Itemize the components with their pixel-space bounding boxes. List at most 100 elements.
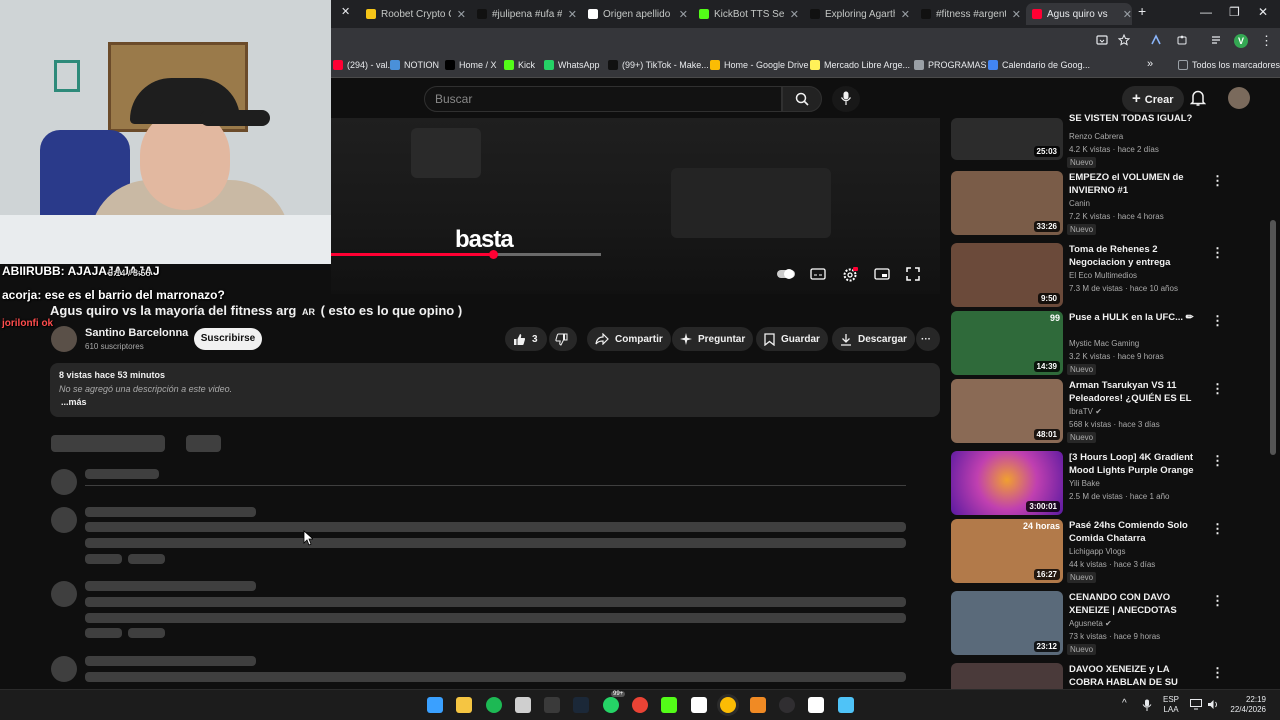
recommended-video[interactable]: 48:01 Arman Tsarukyan VS 11 Peleadores! ¿…: [951, 379, 1224, 443]
search-button[interactable]: [782, 86, 822, 112]
show-more-link[interactable]: ...más: [61, 397, 87, 407]
bookmark-star-icon[interactable]: [1118, 34, 1130, 46]
bookmark-item[interactable]: PROGRAMAS: [914, 60, 987, 70]
video-menu-icon[interactable]: ⋮: [1211, 245, 1224, 261]
browser-tab[interactable]: Agus quiro vs ✕: [1026, 3, 1132, 25]
create-button[interactable]: + Crear: [1122, 86, 1184, 112]
browser-tab[interactable]: #julipena #ufa #v ✕: [471, 3, 577, 25]
channel-name[interactable]: El Eco Multimedios: [1069, 271, 1137, 280]
video-title[interactable]: Toma de Rehenes 2 Negociacion y entrega: [1069, 243, 1199, 269]
notifications-bell-icon[interactable]: [1190, 89, 1206, 107]
taskbar-chrome-icon[interactable]: [632, 697, 648, 713]
volume-icon[interactable]: [1207, 699, 1219, 710]
taskbar-terminal-icon[interactable]: [544, 697, 560, 713]
taskbar-capcut-icon[interactable]: [808, 697, 824, 713]
recommended-video[interactable]: 33:26 EMPEZO el VOLUMEN de INVIERNO #1 Can…: [951, 171, 1224, 235]
share-button[interactable]: Compartir: [587, 327, 671, 351]
subtitles-icon[interactable]: [810, 267, 826, 281]
tab-close-icon[interactable]: ✕: [341, 5, 350, 18]
video-title[interactable]: Puse a HULK en la UFC... ✏: [1069, 311, 1199, 324]
tab-close-icon[interactable]: ✕: [568, 8, 577, 21]
minimize-button[interactable]: —: [1200, 5, 1212, 19]
channel-name[interactable]: Lichigapp Vlogs: [1069, 547, 1125, 556]
taskbar-spotify-icon[interactable]: [486, 697, 502, 713]
more-actions-button[interactable]: ···: [916, 327, 940, 351]
channel-name[interactable]: Yili Bake: [1069, 479, 1100, 488]
microphone-tray-icon[interactable]: [1142, 699, 1152, 711]
channel-name[interactable]: IbraTV ✔: [1069, 407, 1102, 416]
video-thumbnail[interactable]: 3:00:01: [951, 451, 1063, 515]
video-thumbnail[interactable]: 14:39 99: [951, 311, 1063, 375]
taskbar-windows-start-icon[interactable]: [427, 697, 443, 713]
media-controls-icon[interactable]: [1210, 34, 1222, 46]
browser-tab[interactable]: Origen apellido G ✕: [582, 3, 688, 25]
recommended-video[interactable]: 14:39 99 Puse a HULK en la UFC... ✏ Mystic …: [951, 311, 1224, 375]
progress-scrubber[interactable]: [489, 250, 498, 259]
recommended-video[interactable]: 25:03 SE VISTEN TODAS IGUAL? Renzo Cabrera…: [951, 113, 1221, 168]
taskbar-kick-icon[interactable]: [661, 697, 677, 713]
language-indicator[interactable]: ESP LAA: [1163, 695, 1179, 715]
fullscreen-icon[interactable]: [906, 267, 920, 281]
install-app-icon[interactable]: [1096, 34, 1108, 46]
close-window-button[interactable]: ✕: [1258, 5, 1268, 19]
video-title[interactable]: Pasé 24hs Comiendo Solo Comida Chatarra: [1069, 519, 1199, 545]
maximize-button[interactable]: ❐: [1229, 5, 1240, 19]
bookmark-item[interactable]: Home / X: [445, 60, 497, 70]
video-title[interactable]: CENANDO CON DAVO XENEIZE | ANECDOTAS CON…: [1069, 591, 1199, 617]
account-avatar[interactable]: [1228, 87, 1250, 109]
browser-menu-icon[interactable]: ⋮: [1260, 33, 1273, 49]
channel-name[interactable]: Renzo Cabrera: [1069, 132, 1123, 141]
tray-overflow-button[interactable]: ^: [1122, 699, 1127, 709]
channel-name[interactable]: Mystic Mac Gaming: [1069, 339, 1139, 348]
bookmark-item[interactable]: Home - Google Drive: [710, 60, 809, 70]
video-thumbnail[interactable]: 48:01: [951, 379, 1063, 443]
taskbar-notepad-icon[interactable]: [838, 697, 854, 713]
video-thumbnail[interactable]: 16:27 24 horas: [951, 519, 1063, 583]
bookmark-item[interactable]: Mercado Libre Arge...: [810, 60, 910, 70]
browser-tab[interactable]: #fitness #argentin ✕: [915, 3, 1021, 25]
taskbar-notion-icon[interactable]: [691, 697, 707, 713]
video-menu-icon[interactable]: ⋮: [1211, 453, 1224, 469]
bookmark-item[interactable]: Kick: [504, 60, 535, 70]
channel-avatar[interactable]: [51, 326, 77, 352]
taskbar-store-icon[interactable]: [515, 697, 531, 713]
tab-close-icon[interactable]: ✕: [679, 8, 688, 21]
search-input[interactable]: Buscar: [424, 86, 782, 112]
taskbar-steam-icon[interactable]: [573, 697, 589, 713]
all-bookmarks-button[interactable]: Todos los marcadores: [1178, 60, 1280, 70]
recommended-video[interactable]: 23:12 CENANDO CON DAVO XENEIZE | ANECDOTA…: [951, 591, 1224, 655]
profile-avatar[interactable]: V: [1234, 34, 1248, 48]
ask-button[interactable]: Preguntar: [672, 327, 754, 351]
clock[interactable]: 22:19 22/4/2026: [1222, 695, 1266, 715]
channel-name[interactable]: Santino Barcelonna: [85, 327, 188, 339]
video-title[interactable]: EMPEZO el VOLUMEN de INVIERNO #1: [1069, 171, 1199, 197]
tab-close-icon[interactable]: ✕: [790, 8, 799, 21]
dislike-button[interactable]: [549, 327, 577, 351]
extensions-puzzle-icon[interactable]: [1176, 34, 1188, 46]
recommended-video[interactable]: 9:50 Toma de Rehenes 2 Negociacion y entr…: [951, 243, 1224, 307]
video-thumbnail[interactable]: 25:03: [951, 118, 1063, 160]
tab-close-icon[interactable]: ✕: [457, 8, 466, 21]
tab-close-icon[interactable]: ✕: [1123, 8, 1132, 21]
taskbar-obs-icon[interactable]: [779, 697, 795, 713]
taskbar-app-orange-icon[interactable]: [750, 697, 766, 713]
tab-close-icon[interactable]: ✕: [1012, 8, 1021, 21]
miniplayer-icon[interactable]: [874, 267, 890, 281]
video-menu-icon[interactable]: ⋮: [1211, 521, 1224, 537]
settings-gear-icon[interactable]: [842, 267, 858, 283]
bookmark-item[interactable]: NOTION: [390, 60, 439, 70]
browser-tab[interactable]: Exploring Agartha ✕: [804, 3, 910, 25]
new-tab-button[interactable]: +: [1138, 3, 1146, 19]
bookmark-item[interactable]: (99+) TikTok - Make...: [608, 60, 709, 70]
bookmark-item[interactable]: Calendario de Goog...: [988, 60, 1090, 70]
video-menu-icon[interactable]: ⋮: [1211, 381, 1224, 397]
extension-icon[interactable]: [1150, 34, 1162, 46]
browser-tab[interactable]: KickBot TTS Settin ✕: [693, 3, 799, 25]
bookmarks-overflow-button[interactable]: »: [1147, 58, 1153, 70]
video-thumbnail[interactable]: 9:50: [951, 243, 1063, 307]
video-menu-icon[interactable]: ⋮: [1211, 593, 1224, 609]
video-menu-icon[interactable]: ⋮: [1211, 665, 1224, 681]
channel-name[interactable]: Canin: [1069, 199, 1090, 208]
tab-close-icon[interactable]: ✕: [901, 8, 910, 21]
video-title[interactable]: SE VISTEN TODAS IGUAL?: [1069, 112, 1199, 125]
